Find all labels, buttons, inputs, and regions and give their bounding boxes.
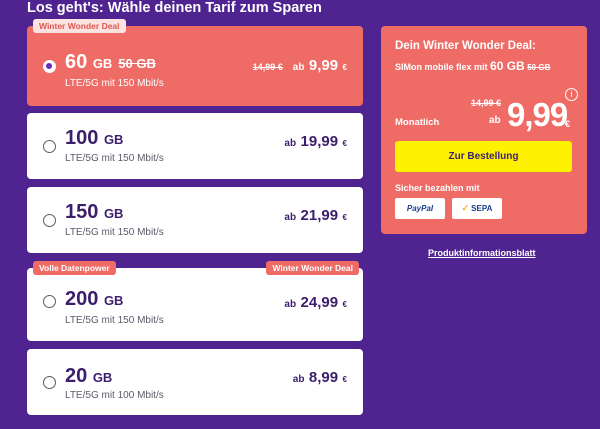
plan-speed: LTE/5G mit 150 Mbit/s	[65, 227, 164, 238]
deal-title: Dein Winter Wonder Deal:	[395, 40, 536, 52]
deal-subtitle: SIMon mobile flex mit 60 GB 50 GB	[395, 59, 551, 73]
plan-speed: LTE/5G mit 150 Mbit/s	[65, 315, 164, 326]
plan-volume: 60 GB 50 GB	[65, 51, 156, 73]
plan-price: ab 19,99 €	[284, 133, 347, 150]
old-volume: 50 GB	[118, 56, 156, 71]
plan-price: ab 24,99 €	[284, 294, 347, 311]
product-info-link[interactable]: Produktinformationsblatt	[428, 248, 536, 258]
plan-card-200gb[interactable]: Volle Datenpower Winter Wonder Deal 200 …	[27, 261, 363, 341]
plan-speed: LTE/5G mit 100 Mbit/s	[65, 390, 164, 401]
plan-volume: 20 GB	[65, 365, 113, 387]
plan-card-20gb[interactable]: 20 GB LTE/5G mit 100 Mbit/s ab 8,99 €	[27, 349, 363, 415]
winter-deal-tag: Winter Wonder Deal	[33, 19, 126, 33]
full-data-power-tag: Volle Datenpower	[33, 261, 116, 275]
plan-radio-200gb[interactable]	[43, 295, 56, 308]
plan-volume: 200 GB	[65, 288, 124, 310]
old-volume: 50 GB	[527, 63, 551, 72]
winter-deal-tag: Winter Wonder Deal	[266, 261, 359, 275]
plan-volume: 150 GB	[65, 201, 124, 223]
deal-old-price: 14,99 €	[471, 98, 502, 108]
plan-card-100gb[interactable]: 100 GB LTE/5G mit 150 Mbit/s ab 19,99 €	[27, 113, 363, 179]
sepa-logo: ✓ SEPA	[452, 198, 502, 219]
deal-currency: €	[565, 119, 571, 129]
plan-price: 14,99 € ab 9,99 €	[252, 57, 347, 74]
deal-price: 9,99	[507, 96, 568, 133]
plan-card-60gb[interactable]: Winter Wonder Deal 60 GB 50 GB LTE/5G mit…	[27, 19, 363, 106]
plan-radio-60gb[interactable]	[43, 60, 56, 73]
order-button[interactable]: Zur Bestellung	[395, 141, 572, 172]
deal-summary-panel: Dein Winter Wonder Deal: SIMon mobile fl…	[381, 26, 587, 234]
old-price: 14,99 €	[252, 62, 283, 72]
paypal-logo: PayPal	[395, 198, 445, 219]
plan-volume: 100 GB	[65, 127, 124, 149]
plan-speed: LTE/5G mit 150 Mbit/s	[65, 153, 164, 164]
sepa-check-icon: ✓	[461, 203, 470, 213]
plan-radio-100gb[interactable]	[43, 140, 56, 153]
plan-price: ab 8,99 €	[292, 369, 347, 386]
page-heading: Los geht's: Wähle deinen Tarif zum Spare…	[27, 0, 322, 16]
plan-radio-20gb[interactable]	[43, 376, 56, 389]
plan-speed: LTE/5G mit 150 Mbit/s	[65, 78, 164, 89]
monthly-label: Monatlich	[395, 117, 440, 128]
plan-price: ab 21,99 €	[284, 207, 347, 224]
plan-radio-150gb[interactable]	[43, 214, 56, 227]
deal-ab-label: ab	[489, 115, 501, 126]
plan-card-150gb[interactable]: 150 GB LTE/5G mit 150 Mbit/s ab 21,99 €	[27, 187, 363, 253]
payment-label: Sicher bezahlen mit	[395, 183, 480, 193]
